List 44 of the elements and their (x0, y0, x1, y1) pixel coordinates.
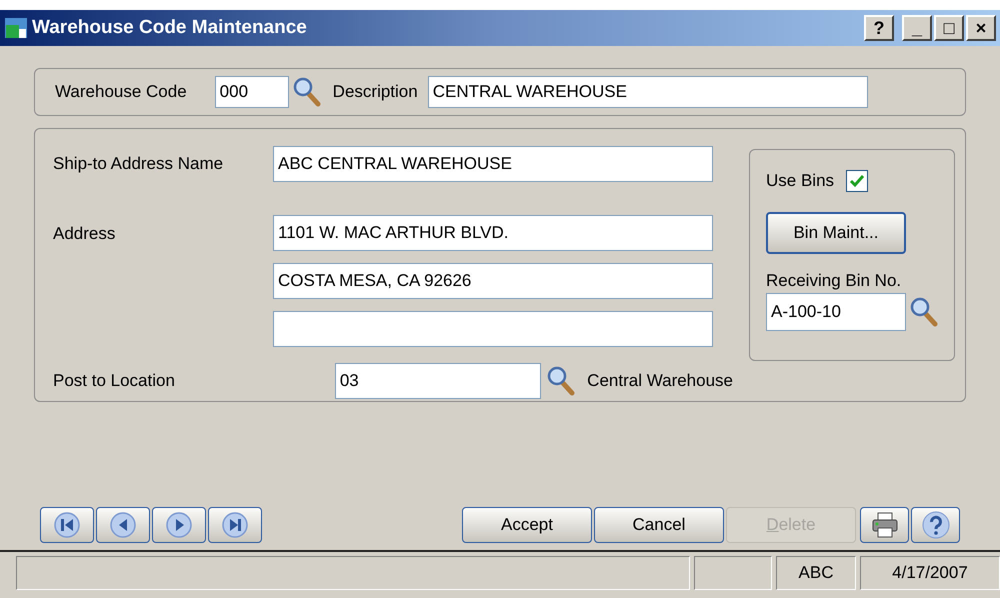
help-button[interactable]: ? (864, 15, 894, 41)
use-bins-checkbox[interactable] (846, 170, 868, 192)
previous-icon (110, 512, 136, 538)
bin-maint-button[interactable]: Bin Maint... (766, 212, 906, 254)
window-title: Warehouse Code Maintenance (32, 16, 308, 40)
skip-first-icon (54, 512, 80, 538)
close-button[interactable]: × (966, 15, 996, 41)
minimize-button[interactable]: _ (902, 15, 932, 41)
field-label: Post to Location (53, 370, 176, 392)
warehouse-code-field[interactable]: 000 (214, 76, 289, 108)
field-label: Description (332, 81, 418, 104)
search-icon[interactable] (910, 297, 938, 327)
print-button[interactable] (860, 507, 909, 543)
location-field[interactable]: 03 (334, 363, 542, 399)
skip-last-icon (222, 512, 248, 538)
field-label: Warehouse Code (55, 81, 187, 104)
action-button[interactable]: Cancel (594, 507, 724, 543)
maximize-button[interactable]: □ (934, 15, 964, 41)
field-label: Address (53, 223, 116, 245)
field-label: Receiving Bin No. (766, 270, 902, 292)
status-bar-panel: ABC (776, 556, 856, 590)
location-name: Central Warehouse (587, 370, 733, 392)
address-line-field[interactable]: 1101 W. MAC ARTHUR BLVD. (273, 215, 713, 251)
action-button[interactable]: Accept (462, 507, 592, 543)
printer-icon (870, 512, 898, 538)
receiving-bin-field[interactable]: A-100-10 (766, 293, 906, 331)
record-nav-button[interactable] (40, 507, 94, 543)
use-bins-label: Use Bins (766, 170, 834, 192)
address-line-field[interactable] (273, 311, 713, 347)
record-nav-button[interactable] (152, 507, 206, 543)
search-icon[interactable] (292, 77, 321, 107)
record-nav-button[interactable] (208, 507, 262, 543)
checkmark-icon (849, 174, 866, 188)
ship-to-name-field[interactable]: ABC CENTRAL WAREHOUSE (273, 146, 713, 182)
status-bar-panel: 4/17/2007 (860, 556, 1000, 590)
description-field[interactable]: CENTRAL WAREHOUSE (428, 76, 868, 108)
field-label: Ship-to Address Name (53, 153, 224, 176)
address-line-field[interactable]: COSTA MESA, CA 92626 (273, 263, 713, 299)
help-icon (922, 511, 950, 539)
help-button[interactable] (911, 507, 960, 543)
next-icon (166, 512, 192, 538)
app-icon (4, 16, 28, 40)
search-icon[interactable] (547, 366, 576, 396)
record-nav-button[interactable] (96, 507, 150, 543)
